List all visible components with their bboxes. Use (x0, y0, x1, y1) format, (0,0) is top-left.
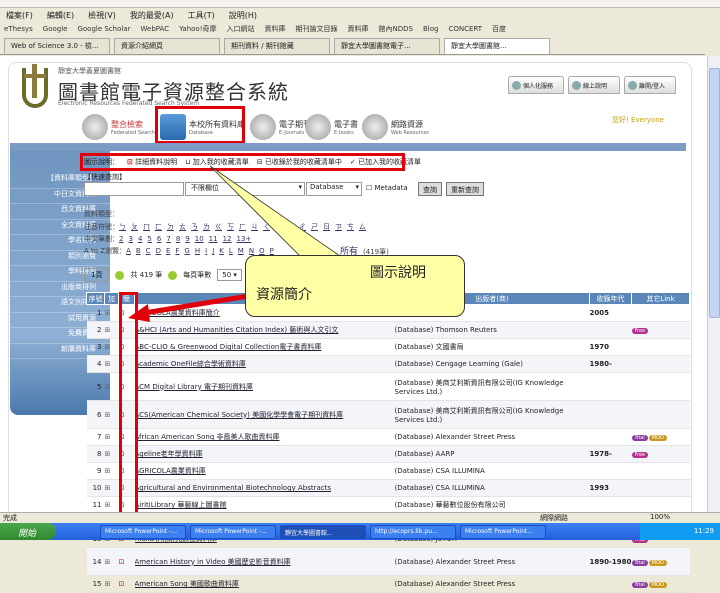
clock: 11:29 (693, 527, 714, 535)
callout-legend-text: 圖示說明 (370, 265, 426, 281)
status-bar: 完成 網際網路 100% (0, 512, 720, 523)
publisher-cell: (Database) Alexander Street Press (394, 547, 590, 576)
status-text: 完成 (3, 514, 17, 522)
badge-mod[interactable]: MOD (648, 559, 667, 566)
callout-brief-text: 資源簡介 (256, 287, 312, 303)
publisher-cell: (Database) Alexander Street Press (394, 575, 590, 593)
taskbar-item[interactable]: http://ecoprs.lib.pu... (370, 524, 456, 539)
callout-pointer (209, 165, 342, 257)
badge-trial[interactable]: Trial (631, 559, 648, 566)
row-number: 14 (86, 547, 105, 576)
resource-brief-icon[interactable]: ⊡ (118, 575, 135, 593)
links-cell: TrialMOD (631, 547, 690, 576)
taskbar: 開始 Microsoft PowerPoint -... Microsoft Po… (0, 523, 720, 540)
database-link[interactable]: American History in Video 美國歷史影音資料庫 (135, 558, 291, 566)
add-to-collection-icon[interactable]: ⊞ (104, 575, 119, 593)
taskbar-item[interactable]: Microsoft PowerPoint -... (100, 524, 186, 539)
title-cell: American Song 美國歌曲資料庫 (134, 575, 395, 593)
years-cell: 1890-1980 (589, 547, 632, 576)
zoom-level[interactable]: 100% (650, 513, 670, 521)
badge-mod[interactable]: MOD (648, 582, 667, 588)
years-cell (589, 575, 632, 593)
annotation-arrow-head (128, 304, 150, 322)
table-row: 14 ⊞ ⊡ American History in Video 美國歷史影音資料庫 (… (86, 547, 690, 576)
taskbar-item[interactable]: Microsoft PowerPoint -... (190, 524, 276, 539)
table-row: 15 ⊞ ⊡ American Song 美國歌曲資料庫 (Database) Alex… (86, 575, 690, 593)
badge-trial[interactable]: Trial (631, 582, 648, 588)
start-button[interactable]: 開始 (0, 523, 56, 540)
links-cell: TrialMOD (631, 575, 690, 593)
add-to-collection-icon[interactable]: ⊞ (104, 547, 119, 576)
database-link[interactable]: American Song 美國歌曲資料庫 (135, 580, 239, 588)
taskbar-item[interactable]: Microsoft PowerPoint... (460, 524, 546, 539)
zone-text: 網際網路 (540, 514, 568, 522)
system-tray: 11:29 (640, 523, 720, 540)
annotation-arrow-line (137, 292, 256, 317)
taskbar-item[interactable]: 靜宜大學圖書館... (280, 524, 366, 539)
row-number: 15 (86, 575, 105, 593)
title-cell: American History in Video 美國歷史影音資料庫 (134, 547, 395, 576)
resource-brief-icon[interactable]: ⊡ (118, 547, 135, 576)
